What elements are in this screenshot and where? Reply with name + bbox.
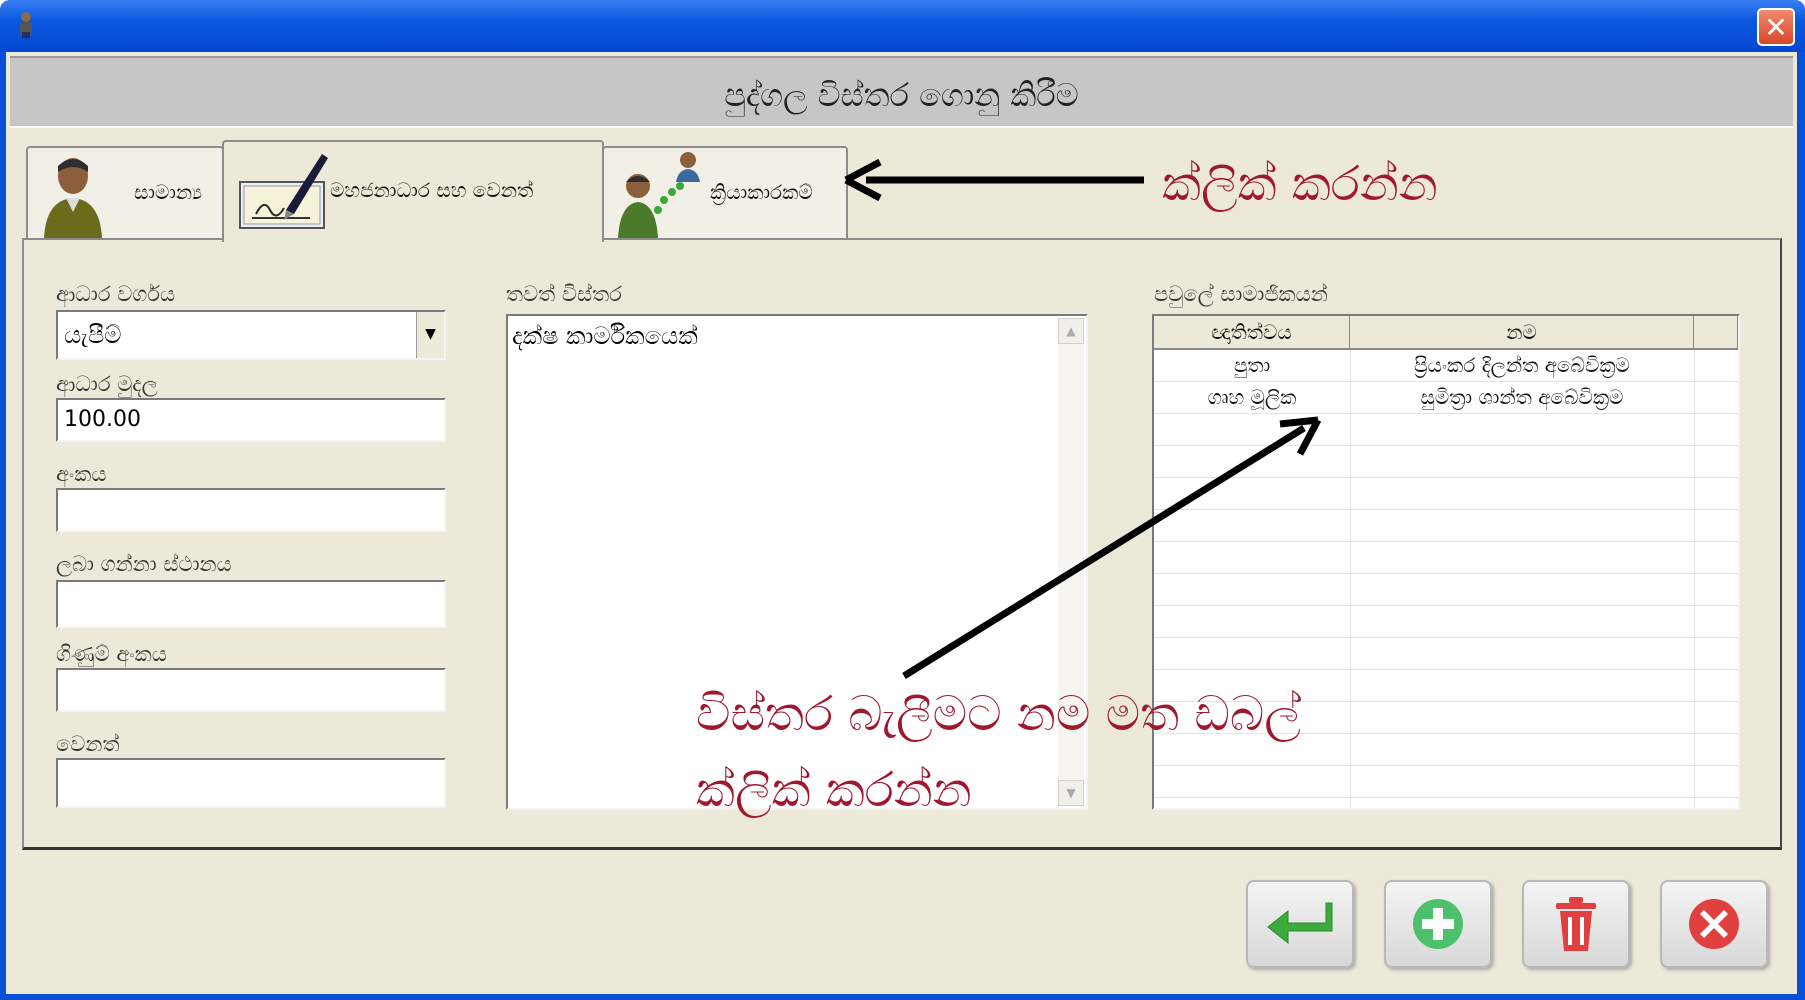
title-bar: ✕ xyxy=(0,0,1805,52)
dropdown-arrow-icon[interactable]: ▼ xyxy=(416,312,444,358)
add-button[interactable] xyxy=(1384,880,1492,968)
aid-type-value: යැපීම් xyxy=(64,321,122,349)
scroll-up-icon[interactable]: ▲ xyxy=(1058,318,1084,344)
close-button[interactable]: ✕ xyxy=(1757,8,1795,46)
cancel-button[interactable] xyxy=(1660,880,1768,968)
table-row xyxy=(1154,446,1738,478)
receiving-place-input[interactable] xyxy=(56,580,446,628)
number-input[interactable] xyxy=(56,488,446,532)
aid-type-label: ආධාර වර්ගය xyxy=(56,282,176,306)
account-number-input[interactable] xyxy=(56,668,446,712)
family-members-label: පවුලේ සාමාජිකයන් xyxy=(1154,282,1328,306)
trash-icon xyxy=(1556,897,1596,951)
table-row xyxy=(1154,766,1738,798)
table-row xyxy=(1154,638,1738,670)
enter-button[interactable] xyxy=(1246,880,1354,968)
other-label: වෙනත් xyxy=(56,732,120,756)
tab-activities[interactable]: ක්‍රියාකාරකම් xyxy=(602,146,848,240)
table-row[interactable]: ගෘහ මූලික සුමිත්‍රා ශාන්ත අබේවික්‍රම xyxy=(1154,382,1738,414)
people-network-icon xyxy=(618,152,700,238)
plus-circle-icon xyxy=(1413,899,1463,949)
grid-double-click-hint-line2: ක්ලික් කරන්න xyxy=(696,762,972,818)
relation-cell: ගෘහ මූලික xyxy=(1207,385,1297,409)
page-title: පුද්ගල විස්තර ගොනු කිරීම xyxy=(724,76,1079,114)
scroll-down-icon[interactable]: ▼ xyxy=(1058,780,1084,806)
name-cell[interactable]: ප්‍රියංකර දිලන්ත අබේවික්‍රම xyxy=(1350,350,1694,382)
aid-amount-label: ආධාර මුදල xyxy=(56,372,158,396)
relation-cell: පුතා xyxy=(1233,353,1271,377)
table-row xyxy=(1154,414,1738,446)
tab-general[interactable]: සාමාන්‍ය xyxy=(26,146,224,240)
app-icon xyxy=(20,12,32,38)
aid-amount-input[interactable]: 100.00 xyxy=(56,398,446,442)
x-circle-icon xyxy=(1689,899,1739,949)
signature-pen-icon xyxy=(239,154,328,229)
more-details-text: දක්ෂ කාර්මිකයෙක් xyxy=(512,322,698,350)
tab-activities-label: ක්‍රියාකාරකම් xyxy=(710,180,813,204)
tab-content-panel: ආධාර වර්ගය යැපීම් ▼ ආධාර මුදල 100.00 අංක… xyxy=(22,238,1782,850)
more-details-label: තවත් විස්තර xyxy=(506,282,622,306)
column-header-blank xyxy=(1694,316,1738,350)
application-window: ✕ පුද්ගල විස්තර ගොනු කිරීම සාමාන්‍ය xyxy=(0,0,1805,1000)
client-area: පුද්ගල විස්තර ගොනු කිරීම සාමාන්‍ය මහජනාධ… xyxy=(6,52,1797,994)
enter-arrow-icon xyxy=(1267,902,1333,945)
account-number-label: ගිණුම් අංකය xyxy=(56,642,167,666)
person-icon xyxy=(44,158,102,238)
table-row xyxy=(1154,510,1738,542)
number-label: අංකය xyxy=(56,462,107,486)
delete-button[interactable] xyxy=(1522,880,1630,968)
tab-click-hint: ක්ලික් කරන්න xyxy=(1162,156,1438,212)
table-row xyxy=(1154,574,1738,606)
aid-type-select[interactable]: යැපීම් ▼ xyxy=(56,310,446,360)
other-input[interactable] xyxy=(56,758,446,808)
table-row xyxy=(1154,542,1738,574)
table-row xyxy=(1154,606,1738,638)
receiving-place-label: ලබා ගන්නා ස්ථානය xyxy=(56,552,232,576)
header-bar: පුද්ගල විස්තර ගොනු කිරීම xyxy=(10,56,1793,128)
tab-general-label: සාමාන්‍ය xyxy=(134,180,203,204)
grid-double-click-hint-line1: විස්තර බැලීමට නම මත ඩබල් xyxy=(696,686,1301,742)
name-cell[interactable]: සුමිත්‍රා ශාන්ත අබේවික්‍රම xyxy=(1350,382,1694,414)
table-row[interactable]: පුතා ප්‍රියංකර දිලන්ත අබේවික්‍රම xyxy=(1154,350,1738,382)
tab-public-aid-other[interactable]: මහජනාධාර සහ වෙනත් xyxy=(222,140,604,242)
aid-amount-value: 100.00 xyxy=(64,407,141,432)
tab-public-aid-label: මහජනාධාර සහ වෙනත් xyxy=(330,178,534,202)
column-header-relation[interactable]: ඥාතිත්වය xyxy=(1154,316,1350,350)
column-header-name[interactable]: නම xyxy=(1350,316,1694,350)
table-row xyxy=(1154,478,1738,510)
